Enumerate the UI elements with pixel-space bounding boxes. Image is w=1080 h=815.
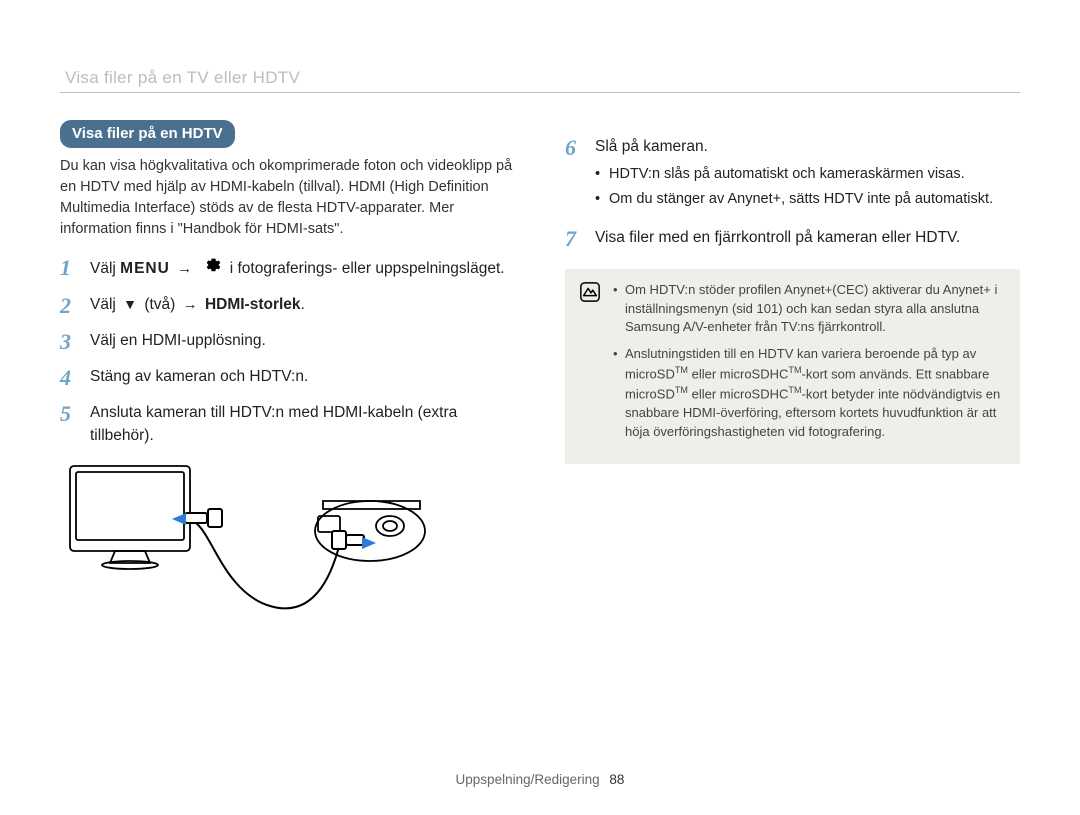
- footer-section-label: Uppspelning/Redigering: [456, 772, 600, 787]
- step-text: i fotograferings- eller uppspelningsläge…: [230, 260, 505, 277]
- arrow-icon: →: [177, 260, 192, 277]
- step-sub-bullet: HDTV:n slås på automatiskt och kameraskä…: [595, 164, 1020, 185]
- note-bullet: Om HDTV:n stöder profilen Anynet+(CEC) a…: [613, 281, 1006, 338]
- left-column: Visa filer på en HDTV Du kan visa högkva…: [60, 120, 515, 646]
- step-3: 3 Välj en HDMI-upplösning.: [60, 330, 515, 354]
- page-number: 88: [609, 772, 624, 787]
- step-text: Välj: [90, 260, 120, 277]
- step-number: 7: [565, 227, 583, 251]
- step-number: 5: [60, 402, 78, 447]
- step-text: Välj en HDMI-upplösning.: [90, 330, 515, 354]
- arrow-icon: →: [183, 296, 198, 313]
- note-bullet: Anslutningstiden till en HDTV kan varier…: [613, 345, 1006, 442]
- step-text: (två): [140, 296, 180, 313]
- step-number: 6: [565, 136, 583, 215]
- step-text: .: [301, 296, 305, 313]
- down-icon: ▼: [123, 296, 137, 312]
- info-note: Om HDTV:n stöder profilen Anynet+(CEC) a…: [565, 269, 1020, 464]
- menu-label: MENU: [120, 260, 170, 277]
- step-text: Välj: [90, 296, 120, 313]
- step-number: 1: [60, 256, 78, 281]
- step-6: 6 Slå på kameran. HDTV:n slås på automat…: [565, 136, 1020, 215]
- step-number: 2: [60, 294, 78, 318]
- step-sub-bullet: Om du stänger av Anynet+, sätts HDTV int…: [595, 189, 1020, 210]
- page-footer: Uppspelning/Redigering 88: [0, 772, 1080, 787]
- running-head: Visa filer på en TV eller HDTV: [65, 68, 300, 88]
- step-1: 1 Välj MENU → i fotograferings- eller up…: [60, 256, 515, 281]
- section-heading-pill: Visa filer på en HDTV: [60, 120, 235, 148]
- step-text: Slå på kameran.: [595, 138, 708, 155]
- step-number: 4: [60, 366, 78, 390]
- gear-icon: [203, 256, 221, 281]
- hdmi-connection-diagram: [60, 461, 440, 646]
- step-text: Visa filer med en fjärrkontroll på kamer…: [595, 227, 1020, 251]
- note-icon: [579, 281, 601, 303]
- step-number: 3: [60, 330, 78, 354]
- step-4: 4 Stäng av kameran och HDTV:n.: [60, 366, 515, 390]
- step-5: 5 Ansluta kameran till HDTV:n med HDMI-k…: [60, 402, 515, 447]
- step-text: Stäng av kameran och HDTV:n.: [90, 366, 515, 390]
- intro-paragraph: Du kan visa högkvalitativa och okomprime…: [60, 156, 515, 240]
- step-7: 7 Visa filer med en fjärrkontroll på kam…: [565, 227, 1020, 251]
- step-2: 2 Välj ▼ (två) → HDMI-storlek.: [60, 294, 515, 318]
- step-text: Ansluta kameran till HDTV:n med HDMI-kab…: [90, 402, 515, 447]
- header-divider: [60, 92, 1020, 93]
- step-bold-text: HDMI-storlek: [205, 296, 301, 313]
- right-column: 6 Slå på kameran. HDTV:n slås på automat…: [565, 120, 1020, 646]
